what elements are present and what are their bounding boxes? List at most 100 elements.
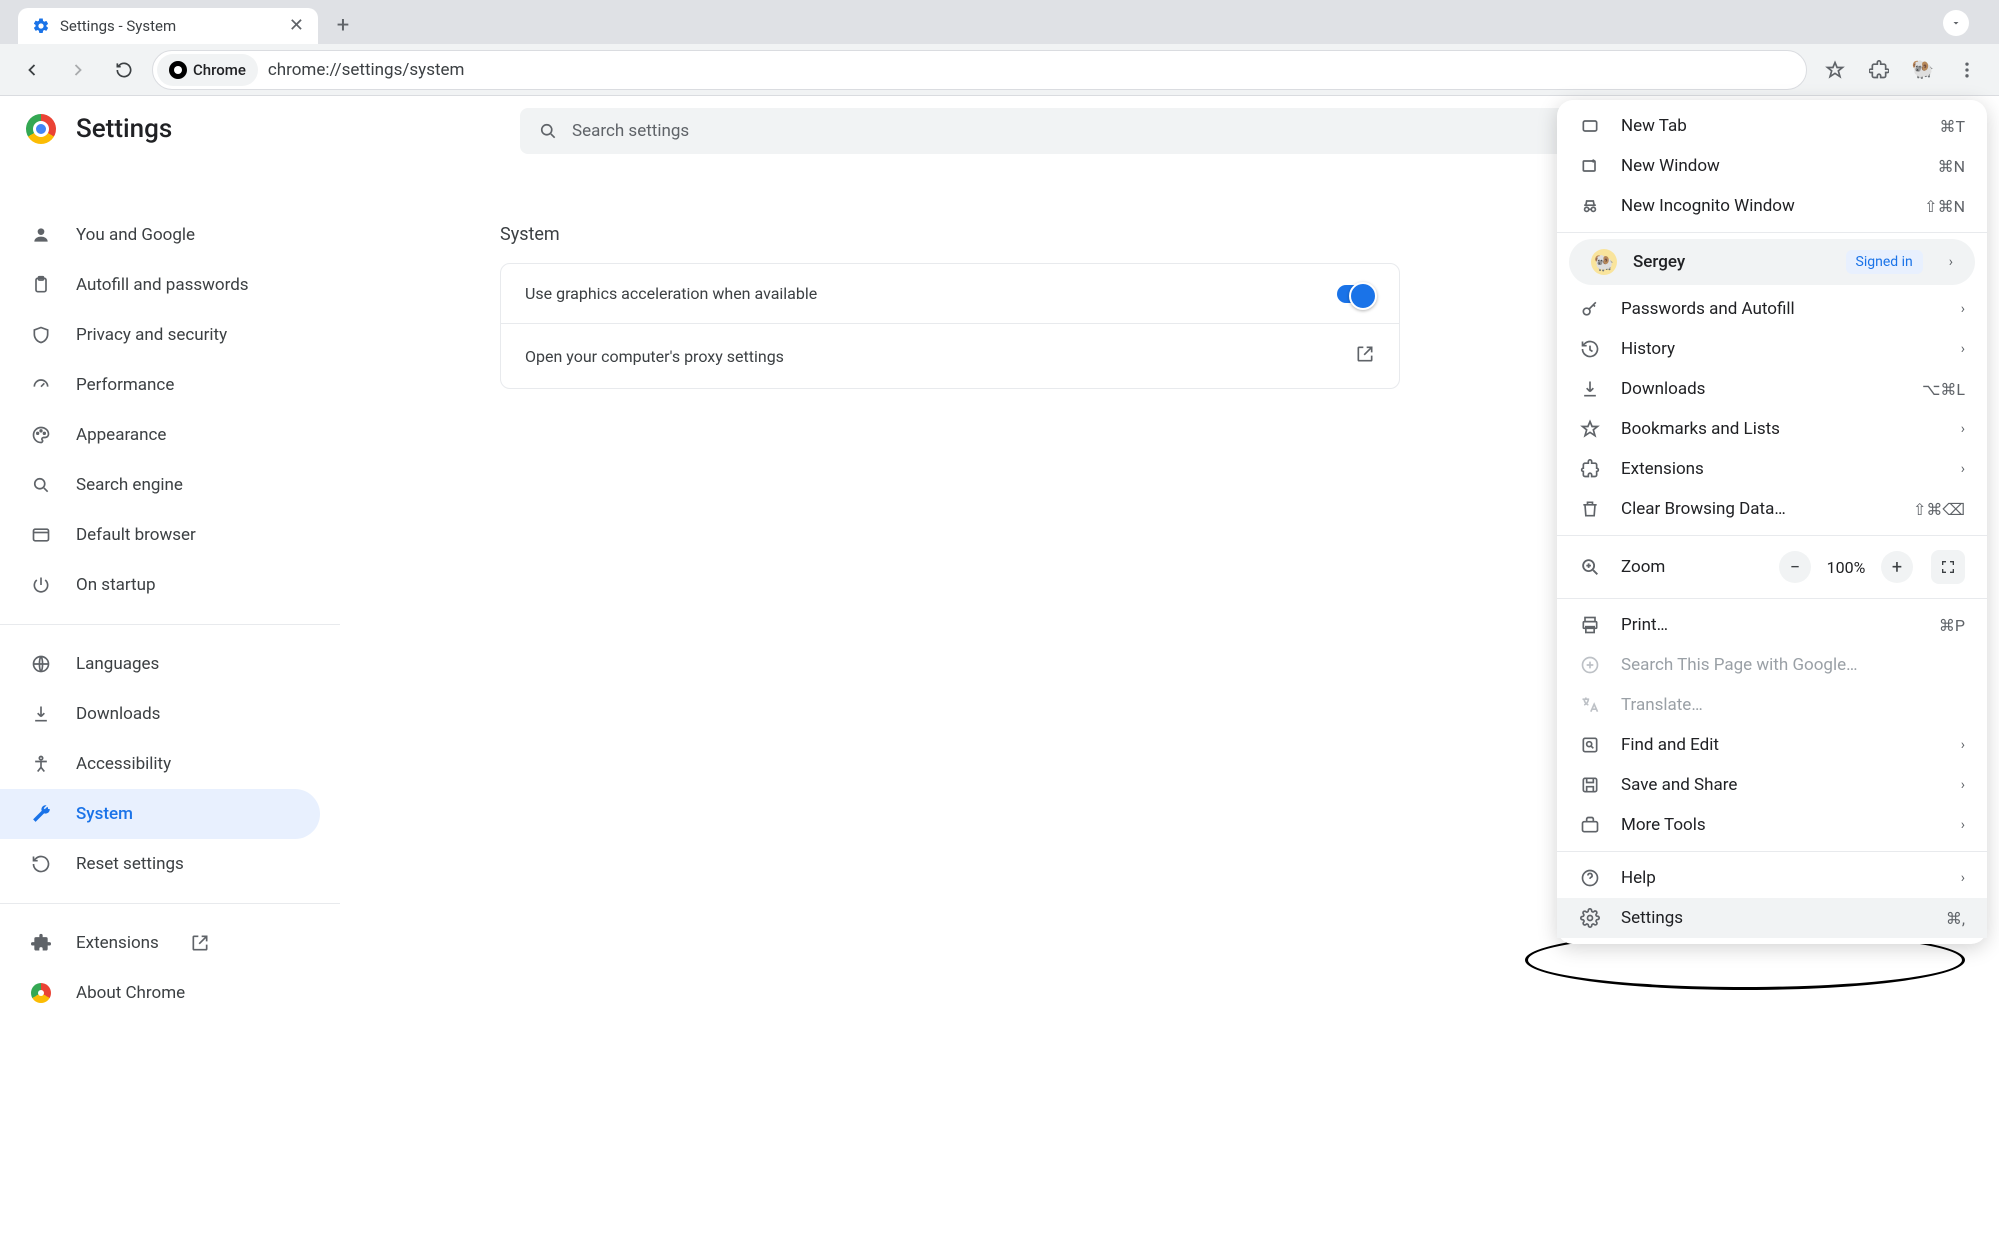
menu-shortcut: ⌘N: [1938, 157, 1965, 176]
sidebar-item-default-browser[interactable]: Default browser: [0, 510, 320, 560]
history-icon: [1579, 339, 1601, 359]
menu-profile-row[interactable]: 🐏 Sergey Signed in ›: [1569, 239, 1975, 285]
sidebar-item-accessibility[interactable]: Accessibility: [0, 739, 320, 789]
site-chip[interactable]: Chrome: [157, 54, 258, 86]
sidebar-item-about[interactable]: About Chrome: [0, 968, 320, 1018]
bookmark-star-icon[interactable]: [1817, 52, 1853, 88]
menu-label: New Incognito Window: [1621, 196, 1904, 216]
browser-tab[interactable]: Settings - System ✕: [18, 8, 318, 44]
menu-bookmarks[interactable]: Bookmarks and Lists ›: [1557, 409, 1987, 449]
person-icon: [30, 225, 52, 245]
menu-extensions[interactable]: Extensions ›: [1557, 449, 1987, 489]
menu-clear-data[interactable]: Clear Browsing Data… ⇧⌘⌫: [1557, 489, 1987, 529]
puzzle-icon: [1579, 459, 1601, 479]
menu-shortcut: ⌥⌘L: [1922, 380, 1965, 399]
chevron-right-icon: ›: [1961, 870, 1965, 886]
menu-label: Settings: [1621, 908, 1926, 928]
zoom-out-button[interactable]: −: [1779, 551, 1811, 583]
translate-icon: [1579, 695, 1601, 715]
sidebar-label: Extensions: [76, 933, 159, 953]
sidebar-label: Appearance: [76, 425, 166, 445]
sidebar-item-extensions-link[interactable]: Extensions: [0, 918, 320, 968]
search-placeholder: Search settings: [572, 121, 689, 141]
menu-settings[interactable]: Settings ⌘,: [1557, 898, 1987, 938]
wrench-icon: [30, 804, 52, 824]
zoom-value: 100%: [1821, 558, 1871, 577]
forward-button[interactable]: [60, 52, 96, 88]
back-button[interactable]: [14, 52, 50, 88]
signed-in-badge: Signed in: [1846, 250, 1923, 274]
menu-label: Bookmarks and Lists: [1621, 419, 1941, 439]
menu-downloads[interactable]: Downloads ⌥⌘L: [1557, 369, 1987, 409]
open-external-icon: [1355, 344, 1375, 368]
menu-shortcut: ⌘,: [1946, 909, 1965, 928]
sidebar-item-reset[interactable]: Reset settings: [0, 839, 320, 889]
tab-search-button[interactable]: [1943, 10, 1969, 36]
menu-help[interactable]: Help ›: [1557, 858, 1987, 898]
trash-icon: [1579, 499, 1601, 519]
sidebar-label: Autofill and passwords: [76, 275, 249, 295]
chevron-right-icon: ›: [1949, 254, 1953, 270]
sidebar-item-autofill[interactable]: Autofill and passwords: [0, 260, 320, 310]
menu-translate: Translate…: [1557, 685, 1987, 725]
menu-history[interactable]: History ›: [1557, 329, 1987, 369]
menu-label: New Window: [1621, 156, 1918, 176]
fullscreen-button[interactable]: [1931, 550, 1965, 584]
sidebar-label: Search engine: [76, 475, 183, 495]
sidebar-item-search-engine[interactable]: Search engine: [0, 460, 320, 510]
sidebar-item-downloads[interactable]: Downloads: [0, 689, 320, 739]
browser-icon: [30, 525, 52, 545]
menu-print[interactable]: Print… ⌘P: [1557, 605, 1987, 645]
proxy-settings-row[interactable]: Open your computer's proxy settings: [501, 323, 1399, 388]
new-tab-button[interactable]: +: [326, 8, 360, 42]
clipboard-icon: [30, 275, 52, 295]
gpu-accel-toggle[interactable]: [1337, 285, 1375, 303]
tab-title: Settings - System: [60, 17, 279, 35]
close-icon[interactable]: ✕: [289, 17, 304, 35]
sidebar-item-on-startup[interactable]: On startup: [0, 560, 320, 610]
sidebar-item-system[interactable]: System: [0, 789, 320, 839]
menu-new-window[interactable]: New Window ⌘N: [1557, 146, 1987, 186]
menu-shortcut: ⇧⌘⌫: [1913, 500, 1965, 519]
download-icon: [30, 704, 52, 724]
sidebar-label: Default browser: [76, 525, 196, 545]
incognito-icon: [1579, 196, 1601, 216]
sidebar-item-appearance[interactable]: Appearance: [0, 410, 320, 460]
power-icon: [30, 575, 52, 595]
menu-label: Downloads: [1621, 379, 1902, 399]
chevron-right-icon: ›: [1961, 737, 1965, 753]
zoom-in-button[interactable]: +: [1881, 551, 1913, 583]
menu-more-tools[interactable]: More Tools ›: [1557, 805, 1987, 845]
menu-label: Translate…: [1621, 695, 1965, 715]
palette-icon: [30, 425, 52, 445]
chevron-right-icon: ›: [1961, 301, 1965, 317]
app-menu: New Tab ⌘T New Window ⌘N New Incognito W…: [1557, 100, 1987, 944]
sidebar-item-languages[interactable]: Languages: [0, 639, 320, 689]
profile-avatar-icon[interactable]: 🐏: [1905, 52, 1941, 88]
menu-new-tab[interactable]: New Tab ⌘T: [1557, 106, 1987, 146]
sidebar-item-privacy[interactable]: Privacy and security: [0, 310, 320, 360]
reload-button[interactable]: [106, 52, 142, 88]
menu-incognito[interactable]: New Incognito Window ⇧⌘N: [1557, 186, 1987, 226]
page-title: Settings: [76, 114, 172, 144]
search-icon: [30, 475, 52, 495]
extensions-icon[interactable]: [1861, 52, 1897, 88]
toolbox-icon: [1579, 815, 1601, 835]
divider: [0, 624, 340, 625]
globe-icon: [30, 654, 52, 674]
address-bar[interactable]: Chrome chrome://settings/system: [152, 50, 1807, 90]
menu-save-share[interactable]: Save and Share ›: [1557, 765, 1987, 805]
search-icon: [538, 121, 558, 141]
sidebar-item-you-and-google[interactable]: You and Google: [0, 210, 320, 260]
sidebar-item-performance[interactable]: Performance: [0, 360, 320, 410]
menu-find-edit[interactable]: Find and Edit ›: [1557, 725, 1987, 765]
accessibility-icon: [30, 754, 52, 774]
app-menu-button[interactable]: [1949, 52, 1985, 88]
speedometer-icon: [30, 375, 52, 395]
search-settings-input[interactable]: Search settings: [520, 108, 1579, 154]
menu-passwords[interactable]: Passwords and Autofill ›: [1557, 289, 1987, 329]
shield-icon: [30, 325, 52, 345]
sidebar-label: Languages: [76, 654, 159, 674]
chevron-right-icon: ›: [1961, 341, 1965, 357]
menu-label: History: [1621, 339, 1941, 359]
